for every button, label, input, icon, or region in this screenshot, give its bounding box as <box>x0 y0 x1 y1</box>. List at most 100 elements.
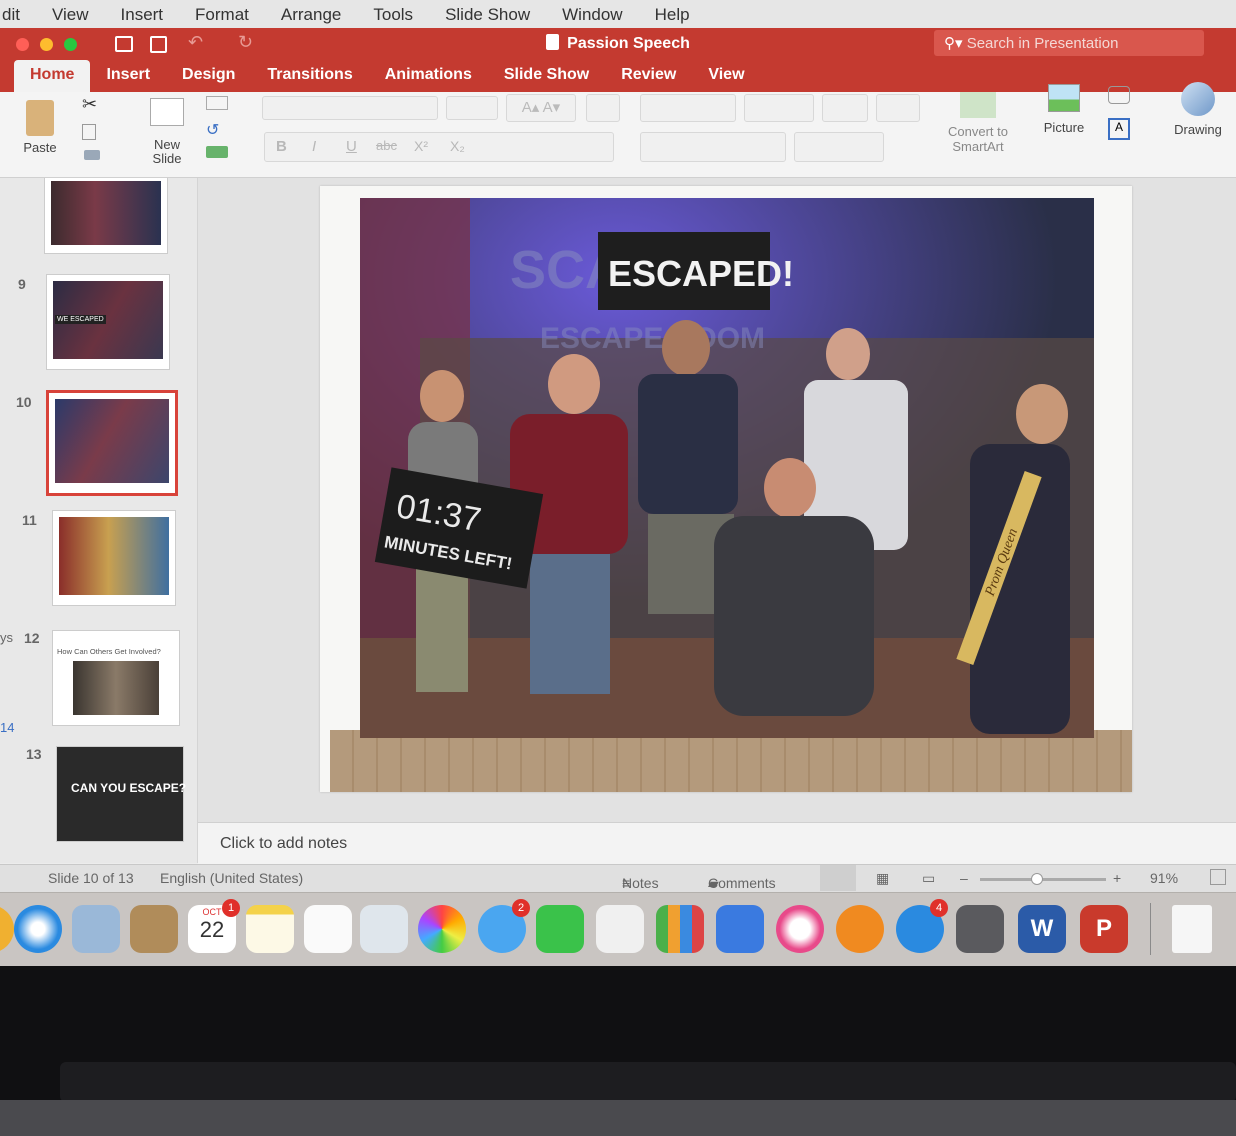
columns-button[interactable] <box>876 94 920 122</box>
cut-icon[interactable]: ✂ <box>82 94 97 115</box>
slide-thumbnail-12[interactable]: How Can Others Get Involved? <box>52 630 180 726</box>
zoom-in-button[interactable]: + <box>1113 870 1121 886</box>
menu-slide-show[interactable]: Slide Show <box>429 5 546 25</box>
search-input[interactable]: ⚲▾ Search in Presentation <box>934 30 1204 56</box>
slide-sorter-icon[interactable]: ▦ <box>876 870 889 887</box>
copy-icon[interactable] <box>82 124 96 140</box>
font-name-select[interactable] <box>262 96 438 120</box>
increase-font-button[interactable]: A▴ A▾ <box>506 94 576 122</box>
word-icon[interactable]: W <box>1018 905 1066 953</box>
zoom-out-button[interactable]: – <box>960 870 968 886</box>
shapes-icon[interactable] <box>1108 86 1130 104</box>
comments-label: Comments <box>708 875 776 891</box>
photos-icon[interactable] <box>418 905 466 953</box>
section-icon[interactable] <box>206 146 228 158</box>
zoom-slider[interactable] <box>980 873 1106 885</box>
indent-buttons[interactable] <box>744 94 814 122</box>
subscript-button[interactable]: X₂ <box>450 138 465 154</box>
new-slide-icon <box>150 98 184 126</box>
tab-insert[interactable]: Insert <box>90 60 166 92</box>
notes-pane[interactable]: Click to add notes <box>198 822 1236 864</box>
language-label[interactable]: English (United States) <box>160 870 303 886</box>
tab-review[interactable]: Review <box>605 60 692 92</box>
zoom-level[interactable]: 91% <box>1150 870 1178 886</box>
facetime-icon[interactable] <box>536 905 584 953</box>
messages-icon[interactable]: 2 <box>478 899 530 953</box>
tab-transitions[interactable]: Transitions <box>251 60 368 92</box>
text-direction-button[interactable] <box>794 132 884 162</box>
new-slide-label-1: New <box>153 137 180 152</box>
picture-button[interactable]: Picture <box>1036 84 1092 135</box>
menu-insert[interactable]: Insert <box>105 5 180 25</box>
format-painter-icon[interactable] <box>84 150 100 160</box>
zoom-slider-thumb[interactable] <box>1031 873 1044 885</box>
menu-help[interactable]: Help <box>639 5 706 25</box>
app-store-icon[interactable]: 4 <box>896 899 948 953</box>
alignment-group[interactable] <box>640 132 786 162</box>
paste-button[interactable]: Paste <box>18 100 62 155</box>
system-preferences-icon[interactable] <box>956 905 1004 953</box>
tab-view[interactable]: View <box>692 60 760 92</box>
reminders-icon[interactable] <box>304 905 352 953</box>
powerpoint-letter: P <box>1095 915 1112 942</box>
bold-button[interactable]: B <box>276 138 287 155</box>
underline-button[interactable]: U <box>346 138 357 155</box>
slide-thumbnail-11[interactable] <box>52 510 176 606</box>
current-slide[interactable]: SCAPE ESCAPE ROOM ESCAPED! <box>320 186 1132 792</box>
italic-button[interactable]: I <box>312 138 316 155</box>
tab-animations[interactable]: Animations <box>369 60 488 92</box>
menu-tools[interactable]: Tools <box>357 5 429 25</box>
fit-to-window-icon[interactable] <box>1210 869 1226 885</box>
slide-thumbnail-9[interactable]: WE ESCAPED <box>46 274 170 370</box>
drawing-button[interactable]: Drawing <box>1166 82 1230 137</box>
menu-arrange[interactable]: Arrange <box>265 5 357 25</box>
slide-thumbnail-8[interactable] <box>44 178 168 254</box>
app-store-badge: 4 <box>930 899 948 917</box>
menu-window[interactable]: Window <box>546 5 638 25</box>
presenter-view-icon[interactable]: ▭ <box>922 870 935 887</box>
smartart-icon <box>960 92 996 118</box>
person-5-head <box>764 458 816 518</box>
calendar-icon[interactable]: OCT 22 1 <box>188 899 240 953</box>
superscript-button[interactable]: X² <box>414 138 428 154</box>
finder-icon[interactable] <box>0 905 14 953</box>
text-box-icon[interactable]: A <box>1108 118 1130 140</box>
escaped-sign-text: ESCAPED! <box>608 253 794 294</box>
slide-thumbnail-13[interactable]: CAN YOU ESCAPE? <box>56 746 186 842</box>
layout-icon[interactable] <box>206 96 228 110</box>
numbers-icon[interactable] <box>656 905 704 953</box>
bullets-button[interactable] <box>640 94 736 122</box>
ibooks-icon[interactable] <box>836 905 884 953</box>
slide-number: 13 <box>26 746 42 762</box>
safari-icon[interactable] <box>14 905 62 953</box>
slide-canvas[interactable]: SCAPE ESCAPE ROOM ESCAPED! <box>198 178 1236 822</box>
font-size-select[interactable] <box>446 96 498 120</box>
new-slide-button[interactable]: New Slide <box>140 98 194 166</box>
tab-slide-show[interactable]: Slide Show <box>488 60 605 92</box>
preview-icon[interactable] <box>360 905 408 953</box>
menu-view[interactable]: View <box>36 5 105 25</box>
slide-thumbnail-10[interactable] <box>46 390 178 496</box>
menu-edit[interactable]: dit <box>2 5 36 25</box>
convert-smartart-button[interactable]: Convert to SmartArt <box>938 92 1018 154</box>
tab-design[interactable]: Design <box>166 60 251 92</box>
mail-icon[interactable] <box>72 905 120 953</box>
document-stack-icon[interactable] <box>1172 905 1212 953</box>
thumbnail-image <box>55 399 169 483</box>
notes-app-icon[interactable] <box>246 905 294 953</box>
messages-badge: 2 <box>512 899 530 917</box>
menu-format[interactable]: Format <box>179 5 265 25</box>
line-spacing-button[interactable] <box>822 94 868 122</box>
itunes-icon[interactable] <box>776 905 824 953</box>
window-title-text: Passion Speech <box>567 35 690 52</box>
pages-icon[interactable] <box>596 905 644 953</box>
powerpoint-icon[interactable]: P <box>1080 905 1128 953</box>
strikethrough-button[interactable]: abc <box>376 138 397 153</box>
keynote-icon[interactable] <box>716 905 764 953</box>
tab-home[interactable]: Home <box>14 60 91 92</box>
normal-view-icon[interactable] <box>820 865 856 891</box>
contacts-icon[interactable] <box>130 905 178 953</box>
escape-room-photo[interactable]: SCAPE ESCAPE ROOM ESCAPED! <box>360 198 1094 738</box>
reset-icon[interactable]: ↺ <box>206 120 219 140</box>
clear-format-button[interactable] <box>586 94 620 122</box>
